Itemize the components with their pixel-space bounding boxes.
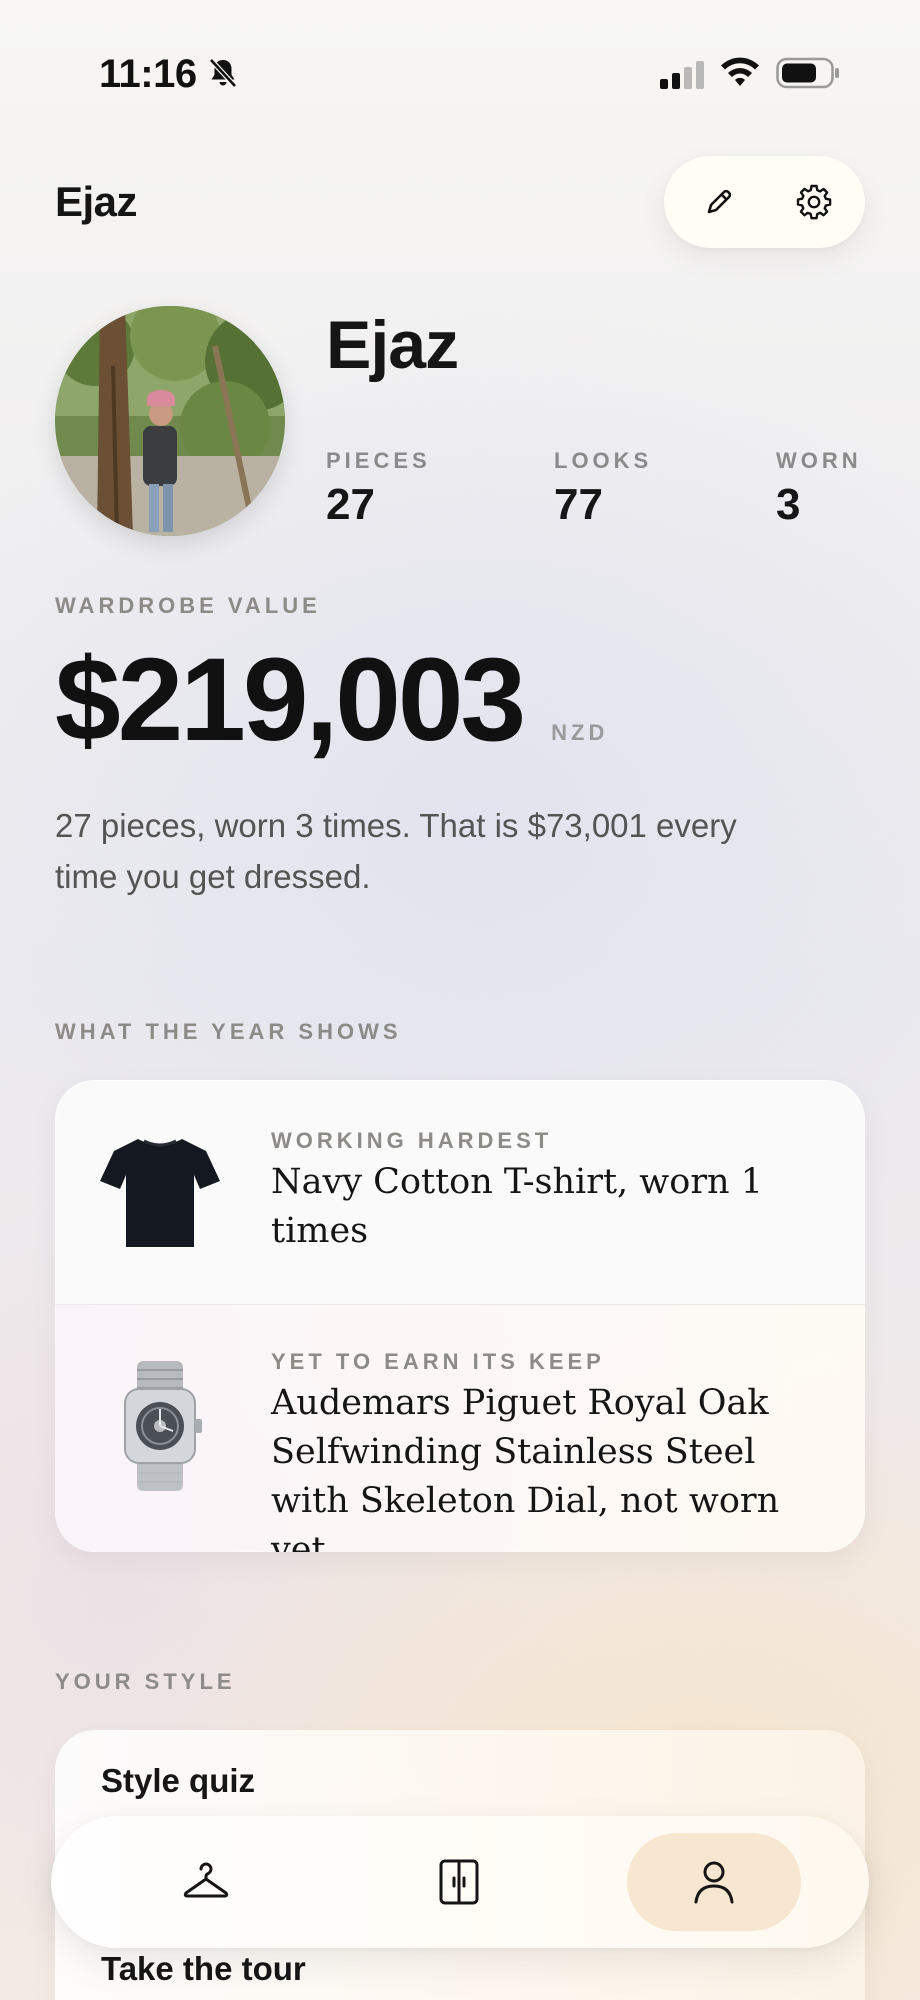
take-tour-item[interactable]: Take the tour [101,1950,306,1988]
stat-label: WORN [776,448,862,473]
stat-value: 77 [554,480,603,529]
stat-value: 27 [326,480,375,529]
nav-profile[interactable] [627,1833,801,1931]
signal-icon [660,61,704,89]
tshirt-icon [95,1126,225,1256]
wardrobe-value-description: 27 pieces, worn 3 times. That is $73,001… [55,807,737,895]
header-actions [664,156,865,248]
year-item-yet-to-earn[interactable]: YET TO EARN ITS KEEP Audemars Piguet Roy… [55,1304,865,1552]
nav-wardrobe[interactable] [119,1833,293,1931]
hanger-icon [183,1862,229,1898]
stat-looks: LOOKS 77 [554,448,652,530]
stat-label: LOOKS [554,448,653,473]
year-section-label: WHAT THE YEAR SHOWS [55,1019,402,1044]
stat-worn: WORN 3 [776,448,862,530]
nav-looks[interactable] [372,1833,546,1931]
wardrobe-value-label: WARDROBE VALUE [55,593,321,618]
page-title: Ejaz [55,178,138,225]
profile-name: Ejaz [326,307,459,383]
bottom-nav [51,1816,869,1948]
status-bar: 11:16 [0,0,920,150]
status-time: 11:16 [99,52,197,96]
edit-button[interactable] [695,178,743,226]
gear-icon [796,184,832,220]
wifi-icon [721,57,759,86]
year-item-eyebrow: YET TO EARN ITS KEEP [271,1349,605,1374]
watch-icon [95,1361,225,1491]
wardrobe-icon [439,1859,479,1905]
year-card: WORKING HARDEST Navy Cotton T-shirt, wor… [55,1080,865,1552]
avatar-photo [55,306,285,536]
settings-button[interactable] [790,178,838,226]
year-item-text: Navy Cotton T-shirt, worn 1 times [271,1162,763,1251]
stat-value: 3 [776,480,801,529]
stat-label: PIECES [326,448,431,473]
person-icon [694,1861,734,1904]
pencil-icon [707,189,732,214]
stat-pieces: PIECES 27 [326,448,431,530]
avatar[interactable] [55,306,285,536]
year-item-text: Audemars Piguet Royal Oak Selfwinding St… [271,1383,780,1552]
bell-slash-icon [209,58,237,88]
year-item-eyebrow: WORKING HARDEST [271,1128,553,1153]
style-section-label: YOUR STYLE [55,1669,236,1694]
year-item-working-hardest[interactable]: WORKING HARDEST Navy Cotton T-shirt, wor… [55,1080,865,1304]
wardrobe-value-currency: NZD [551,720,609,745]
battery-icon [776,57,839,89]
wardrobe-value-amount: $219,003 [55,634,526,766]
style-quiz-item[interactable]: Style quiz [101,1762,255,1800]
wardrobe-value: $219,003 NZD [55,634,609,766]
